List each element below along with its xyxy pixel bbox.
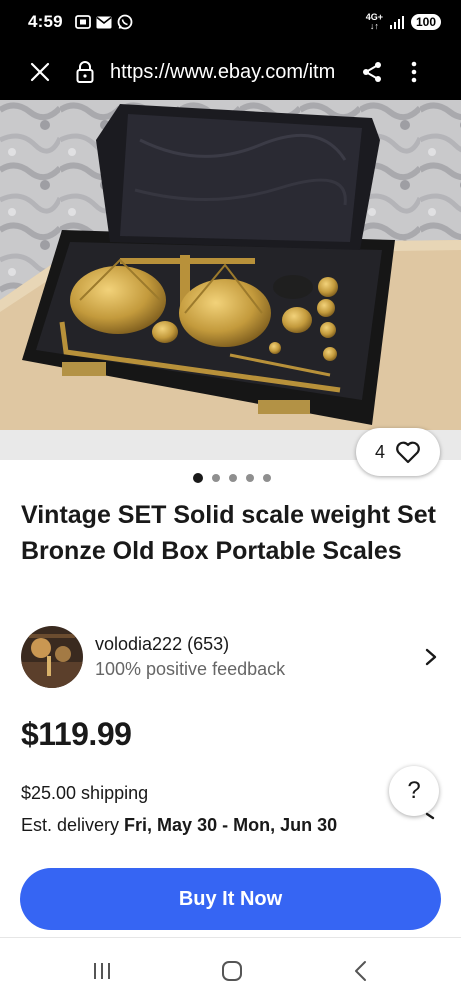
carousel-dot[interactable]	[262, 474, 271, 482]
carousel-dot[interactable]	[192, 473, 203, 483]
watchlist-button[interactable]: 4	[356, 428, 440, 476]
recent-apps-icon[interactable]	[92, 962, 112, 980]
carousel-dot[interactable]	[211, 474, 220, 482]
seller-name[interactable]: volodia222 (653)	[95, 632, 285, 656]
shipping-cost: $25.00 shipping	[21, 783, 149, 803]
delivery-estimate: Est. delivery Fri, May 30 - Mon, Jun 30	[21, 813, 337, 837]
status-bar: 4:59 4G+ ↓↑ 100	[0, 0, 461, 44]
status-time: 4:59	[28, 12, 63, 31]
seller-feedback: 100% positive feedback	[95, 659, 286, 679]
heart-icon	[396, 441, 420, 464]
network-arrows: ↓↑	[369, 21, 379, 31]
share-icon[interactable]	[358, 58, 386, 86]
url-text[interactable]: https://www.ebay.com/itm	[110, 61, 342, 84]
seller-avatar	[21, 626, 83, 688]
lock-icon	[74, 60, 96, 84]
delivery-dates: Fri, May 30 - Mon, Jun 30	[124, 815, 338, 835]
listing-title: Vintage SET Solid scale weight Set Bronz…	[21, 501, 436, 565]
system-icons: 4G+ ↓↑ 100	[366, 13, 441, 31]
whatsapp-icon	[117, 14, 133, 30]
signal-icon	[389, 15, 404, 29]
back-icon[interactable]	[352, 960, 368, 982]
carousel-dot[interactable]	[228, 474, 237, 482]
notification-icons	[74, 14, 133, 30]
product-image[interactable]	[0, 100, 461, 430]
watchers-count: 4	[374, 441, 385, 462]
carousel-dot[interactable]	[245, 474, 254, 482]
buy-it-now-button[interactable]: Buy It Now	[20, 868, 441, 930]
system-nav-bar	[0, 938, 461, 1000]
shipping-chevron-icon[interactable]	[424, 802, 438, 822]
item-price: $119.99	[21, 716, 132, 752]
browser-url-bar: https://www.ebay.com/itm	[0, 44, 461, 100]
screenshot-icon	[74, 15, 91, 29]
battery-icon: 100	[410, 14, 441, 30]
seller-info-row[interactable]: volodia222 (653) 100% positive feedback	[21, 626, 441, 688]
mail-icon	[96, 16, 112, 28]
seller-text: volodia222 (653) 100% positive feedback	[95, 632, 285, 682]
more-menu-icon[interactable]	[404, 58, 424, 86]
carousel-indicator	[0, 473, 461, 483]
home-icon[interactable]	[221, 960, 243, 982]
chevron-right-icon[interactable]	[421, 647, 441, 667]
network-type: 4G+ ↓↑	[366, 13, 383, 31]
delivery-label: Est. delivery	[21, 815, 125, 835]
close-icon[interactable]	[28, 60, 52, 84]
